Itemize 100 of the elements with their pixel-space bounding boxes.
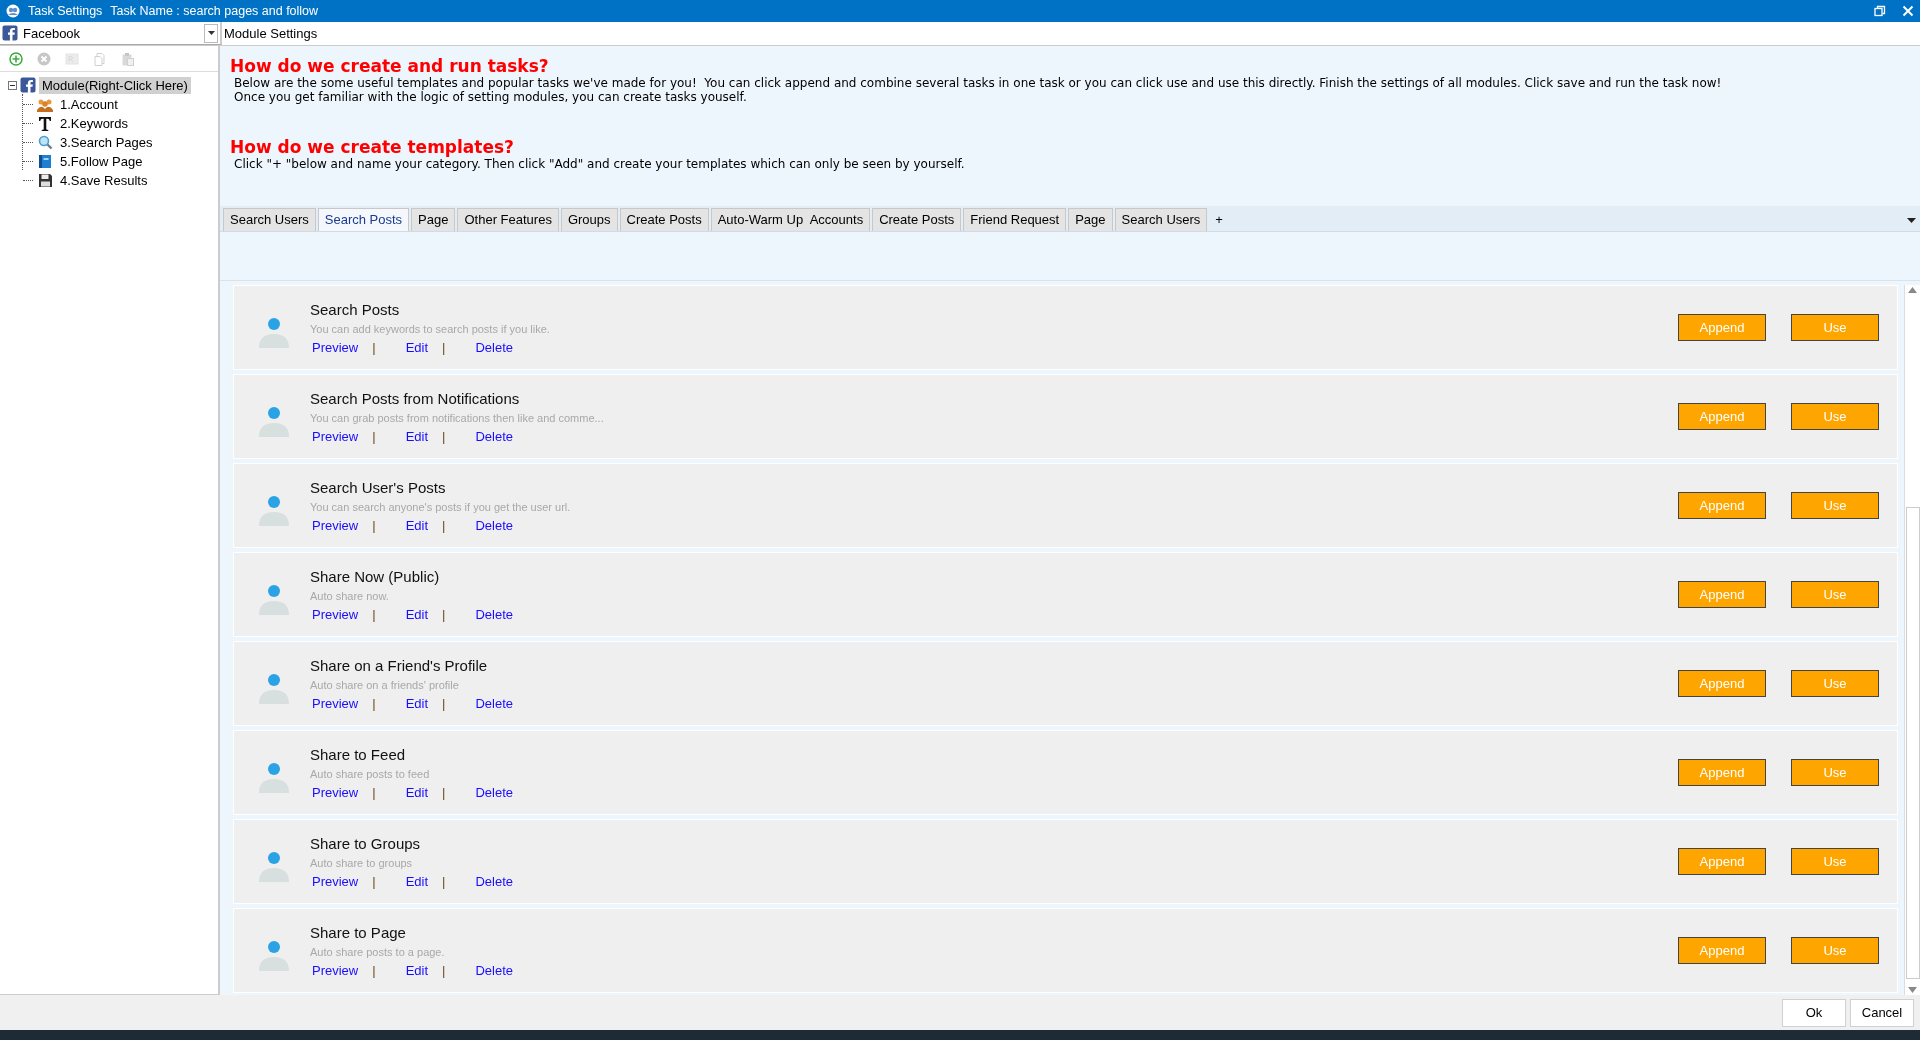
tab[interactable]: Other Features [457,208,559,231]
action-link[interactable]: Delete [475,962,513,978]
template-title: Search Posts [310,300,401,318]
tab[interactable]: Create Posts [872,208,962,231]
link-separator: | [372,428,376,444]
link-separator: | [372,517,376,533]
tree-item[interactable]: 4.Save Results [57,172,151,189]
template-description: Auto share now. [310,589,390,602]
help-text: Once you get familiar with the logic of setting modules, you can create tasks youself. [234,90,748,104]
tab[interactable]: Create Posts [619,208,709,231]
tree-item[interactable]: 2.Keywords [57,115,131,132]
action-link[interactable]: Edit [405,873,429,889]
module-dropdown[interactable]: Facebook [0,22,222,45]
link-separator: | [442,873,446,889]
facebook-icon [2,25,18,41]
action-link[interactable]: Preview [312,873,359,889]
template-description: Auto share to groups [310,856,414,869]
action-link[interactable]: Edit [405,517,429,533]
action-link[interactable]: Preview [312,428,359,444]
panel-title: Module Settings [223,25,319,43]
action-link[interactable]: Delete [475,784,513,800]
template-description: Auto share posts to a page. [310,945,446,958]
tree-item[interactable]: 3.Search Pages [57,134,156,151]
link-separator: | [442,784,446,800]
template-title: Search Posts from Notifications [310,389,521,407]
app-icon [6,4,20,18]
link-separator: | [442,339,446,355]
link-separator: | [372,784,376,800]
link-separator: | [372,695,376,711]
close-icon[interactable] [1902,5,1914,17]
scrollbar[interactable] [1904,285,1920,995]
action-link[interactable]: Preview [312,695,359,711]
action-link[interactable]: Delete [475,339,513,355]
tab[interactable]: Friend Request [963,208,1067,231]
tree-item[interactable]: 1.Account [57,96,121,113]
collapse-icon[interactable] [8,80,17,90]
link-separator: | [442,606,446,622]
template-title: Search User's Posts [310,478,447,496]
letter-t-icon [38,115,52,132]
link-separator: | [372,873,376,889]
template-title: Share to Groups [310,834,422,852]
people-icon [37,97,53,112]
link-separator: | [372,339,376,355]
ok-button[interactable]: Ok [1782,998,1846,1027]
action-link[interactable]: Edit [405,606,429,622]
action-link[interactable]: Delete [475,873,513,889]
tab[interactable]: Search Users [1114,208,1208,231]
action-link[interactable]: Edit [405,339,429,355]
template-title: Share to Page [310,923,407,941]
action-link[interactable]: Edit [405,962,429,978]
link-separator: | [442,428,446,444]
scroll-up-icon[interactable] [1908,287,1917,293]
template-title: Share on a Friend's Profile [310,656,489,674]
action-link[interactable]: Edit [405,428,429,444]
section-heading: How do we create templates? [230,137,515,157]
action-link[interactable]: Delete [475,695,513,711]
template-description: Auto share posts to feed [310,767,431,780]
action-link[interactable]: Delete [475,606,513,622]
action-link[interactable]: Delete [475,517,513,533]
help-text: Click "+ "below and name your category. Then click "Add" and create your templates which can only be seen by yourself. [234,157,966,171]
magnifier-icon [37,135,53,150]
scroll-down-icon[interactable] [1908,987,1917,993]
caret-icon [207,31,215,35]
action-link[interactable]: Preview [312,962,359,978]
template-title: Share Now (Public) [310,567,441,585]
tab[interactable]: Page [1068,208,1113,231]
tree-item[interactable]: Module(Right-Click Here) [39,76,191,94]
tab[interactable]: Search Posts [317,208,410,231]
add-icon[interactable] [9,52,23,66]
template-description: Auto share on a friends' profile [310,678,460,691]
tab[interactable]: Groups [560,208,618,231]
book-icon [38,154,52,169]
facebook-icon [20,77,36,93]
link-separator: | [442,695,446,711]
task-name: Task Name : search pages and follow [110,4,319,18]
action-link[interactable]: Preview [312,517,359,533]
link-separator: | [372,962,376,978]
window-title: Task Settings [28,4,103,18]
action-link[interactable]: Preview [312,339,359,355]
caret-icon[interactable] [1907,218,1916,223]
add-tab-button[interactable]: + [1209,209,1229,231]
tab[interactable]: Page [411,208,456,231]
tab[interactable]: Auto-Warm Up Accounts [710,208,871,231]
tab[interactable]: Search Users [223,208,316,231]
action-link[interactable]: Edit [405,784,429,800]
link-separator: | [442,962,446,978]
cancel-button[interactable]: Cancel [1850,998,1914,1027]
template-description: You can grab posts from notifications then like and comme... [310,411,605,424]
action-link[interactable]: Preview [312,606,359,622]
help-text: Below are the some useful templates and popular tasks we've made for you! You can click append and combine several tasks in one task or you can click use and use this directly. Finish the settings of all modules. Click save and run the task now! [234,76,1723,90]
template-title: Share to Feed [310,745,407,763]
action-link[interactable]: Edit [405,695,429,711]
link-separator: | [442,517,446,533]
link-separator: | [372,606,376,622]
restore-icon[interactable] [1874,5,1886,17]
template-description: You can add keywords to search posts if you like. [310,322,551,335]
tree-item[interactable]: 5.Follow Page [57,153,146,170]
section-heading: How do we create and run tasks? [230,56,550,76]
action-link[interactable]: Delete [475,428,513,444]
action-link[interactable]: Preview [312,784,359,800]
